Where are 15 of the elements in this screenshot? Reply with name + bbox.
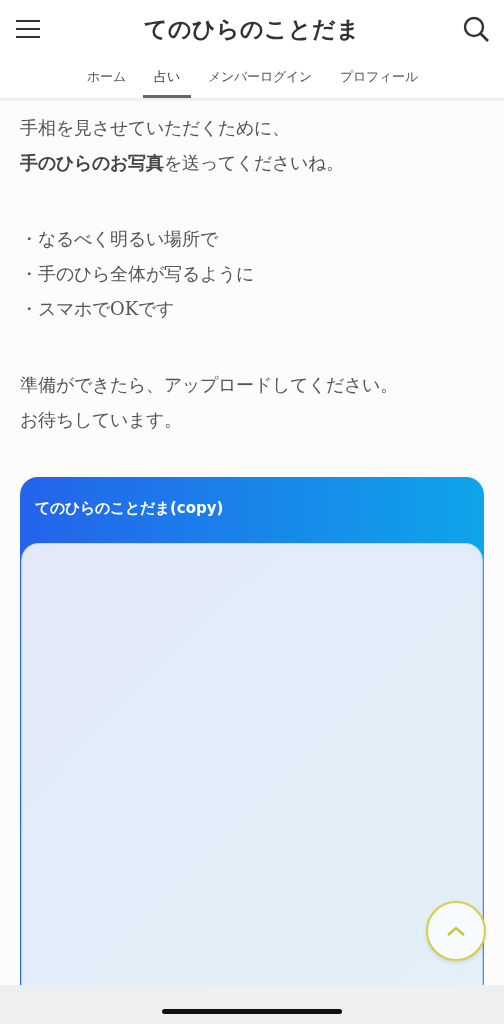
nav-tab[interactable]: プロフィール — [328, 58, 429, 98]
closing-text: お待ちしています。 — [20, 408, 183, 432]
chevron-up-icon — [446, 925, 466, 937]
closing-text: 準備ができたら、アップロードしてください。 — [20, 373, 399, 397]
bullet-item: ・スマホでOKです — [20, 297, 176, 321]
search-icon[interactable] — [462, 15, 490, 43]
card-title: てのひらのことだま(copy) — [34, 498, 225, 519]
bullet-item: ・手のひら全体が写るように — [20, 262, 255, 286]
nav-tab[interactable]: ホーム — [75, 58, 137, 98]
bullet-item: ・なるべく明るい場所で — [20, 227, 219, 251]
nav-tab[interactable]: メンバーログイン — [196, 58, 323, 98]
nav-tab[interactable]: 占い — [142, 58, 191, 98]
intro-text: 手のひらのお写真を送ってくださいね。 — [20, 151, 345, 175]
intro-text: 手相を見させていただくために、 — [20, 116, 291, 140]
site-title[interactable]: てのひらのことだま — [144, 13, 360, 45]
